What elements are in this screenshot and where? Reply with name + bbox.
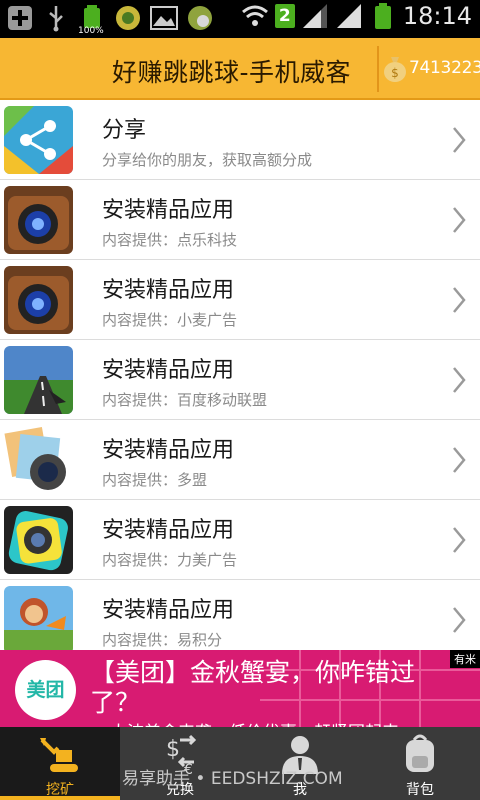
chevron-right-icon [453, 207, 466, 233]
usb-icon [42, 4, 70, 32]
item-title: 安装精品应用 [102, 278, 235, 303]
status-bar: 100% 2 18:14 [0, 0, 480, 38]
meituan-logo: 美团 [15, 660, 76, 720]
item-title: 安装精品应用 [102, 518, 235, 543]
share-icon [4, 106, 73, 174]
chevron-right-icon [453, 447, 466, 473]
sim-badge: 2 [274, 4, 295, 28]
status-icons-left: 100% [6, 4, 214, 36]
battery-label: 100% [78, 26, 104, 36]
chevron-right-icon [453, 607, 466, 633]
item-subtitle: 内容提供：易积分 [102, 631, 223, 649]
ad-provider-badge: 有米 [450, 650, 480, 668]
chevron-right-icon [453, 287, 466, 313]
item-subtitle: 内容提供：百度移动联盟 [102, 391, 268, 409]
tab-mining[interactable]: 挖矿 [0, 727, 120, 800]
photo-app-icon [4, 426, 73, 494]
item-title: 安装精品应用 [102, 598, 235, 623]
item-title: 安装精品应用 [102, 438, 235, 463]
svg-text:$: $ [391, 66, 399, 80]
item-title: 分享 [102, 118, 147, 143]
item-subtitle: 内容提供：多盟 [102, 471, 208, 489]
item-subtitle: 分享给你的朋友，获取高额分成 [102, 151, 313, 169]
status-icons-right: 2 18:14 [241, 2, 472, 30]
list-item[interactable]: 安装精品应用 内容提供：力美广告 [0, 500, 480, 580]
chevron-right-icon [453, 527, 466, 553]
money-bag-icon: $ [384, 57, 406, 82]
header-divider [377, 46, 379, 92]
watermark: 易享助手 • EEDSHZIZ.COM [122, 769, 343, 789]
list-item[interactable]: 分享 分享给你的朋友，获取高额分成 [0, 100, 480, 180]
game-app-icon [4, 586, 73, 654]
chevron-right-icon [453, 127, 466, 153]
app-header: 好赚跳跳球-手机威客 $ 7413223 [0, 38, 480, 100]
wifi-icon [241, 2, 269, 30]
tab-label: 背包 [406, 782, 434, 798]
signal-icon [301, 2, 329, 30]
backpack-icon [406, 734, 434, 772]
task-list: 分享 分享给你的朋友，获取高额分成 安装精品应用 内容提供：点乐科技 安装精品应… [0, 100, 480, 660]
camera-app-icon [4, 506, 73, 574]
item-title: 安装精品应用 [102, 358, 235, 383]
chevron-right-icon [453, 367, 466, 393]
coin-balance[interactable]: $ 7413223 [382, 54, 480, 82]
camera-app-icon [4, 266, 73, 334]
image-icon [150, 4, 178, 32]
list-item[interactable]: 安装精品应用 内容提供：小麦广告 [0, 260, 480, 340]
signal-icon [335, 2, 363, 30]
plus-icon [6, 4, 34, 32]
coin-value: 7413223 [409, 58, 480, 78]
battery-icon: 100% [78, 4, 106, 36]
clock: 18:14 [402, 2, 472, 30]
page-title: 好赚跳跳球-手机威客 [112, 58, 352, 87]
excavator-icon [40, 738, 78, 772]
list-item[interactable]: 安装精品应用 内容提供：百度移动联盟 [0, 340, 480, 420]
tab-label: 挖矿 [46, 782, 74, 798]
app2-icon [186, 4, 214, 32]
ad-subline: 大波美食来袭，低价优惠，赶紧团起来 [110, 718, 399, 727]
item-title: 安装精品应用 [102, 198, 235, 223]
item-subtitle: 内容提供：小麦广告 [102, 311, 238, 329]
svg-text:$: $ [166, 737, 180, 762]
navigation-app-icon [4, 346, 73, 414]
list-item[interactable]: 安装精品应用 内容提供：易积分 [0, 580, 480, 660]
app-icon [114, 4, 142, 32]
battery-full-icon [369, 2, 397, 30]
ad-banner[interactable]: 美团 【美团】金秋蟹宴，你咋错过了？ 大波美食来袭，低价优惠，赶紧团起来 有米 [0, 650, 480, 727]
tab-backpack[interactable]: 背包 [360, 727, 480, 800]
item-subtitle: 内容提供：力美广告 [102, 551, 238, 569]
item-subtitle: 内容提供：点乐科技 [102, 231, 238, 249]
list-item[interactable]: 安装精品应用 内容提供：点乐科技 [0, 180, 480, 260]
ad-headline: 【美团】金秋蟹宴，你咋错过了？ [90, 658, 416, 717]
list-item[interactable]: 安装精品应用 内容提供：多盟 [0, 420, 480, 500]
camera-app-icon [4, 186, 73, 254]
